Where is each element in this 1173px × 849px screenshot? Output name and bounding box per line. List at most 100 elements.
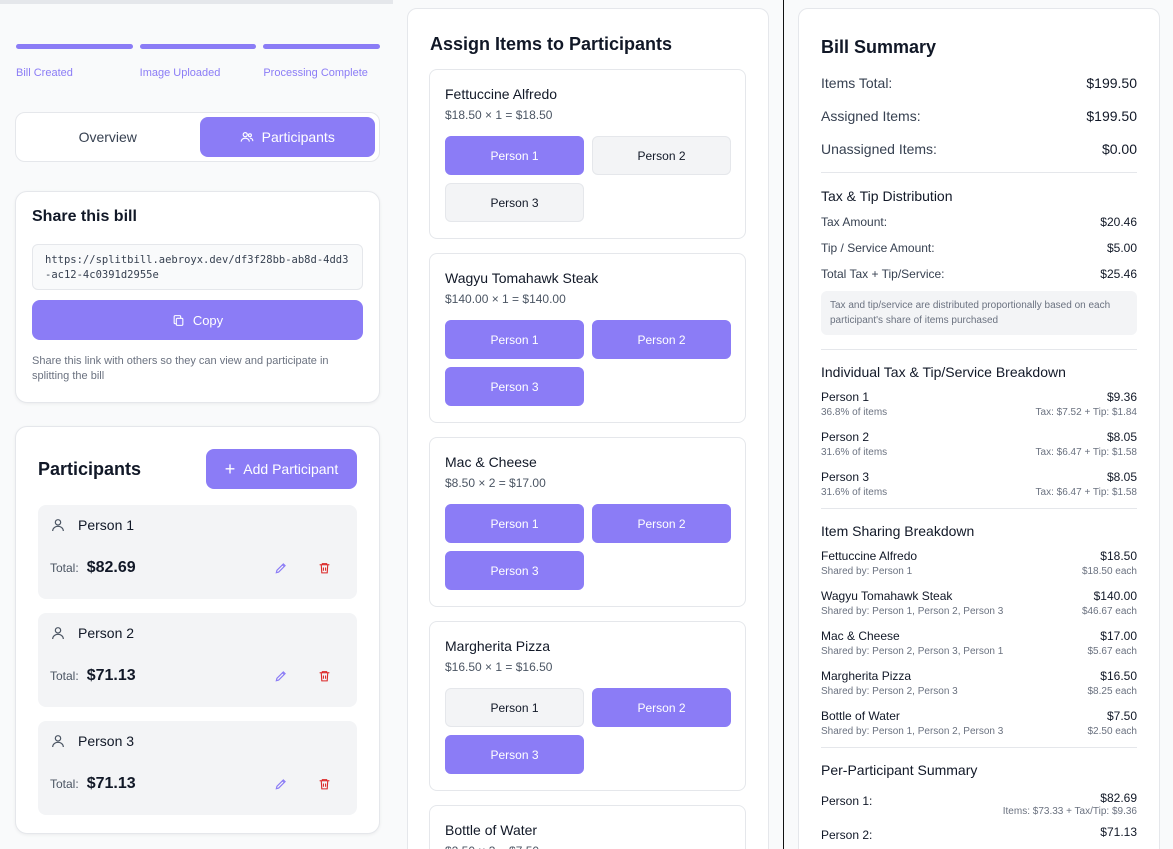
item-price: $2.50 × 3 = $7.50 — [445, 844, 730, 849]
copy-button[interactable]: Copy — [32, 300, 363, 340]
row-sub-right: $46.67 each — [1081, 606, 1137, 617]
item-price: $8.50 × 2 = $17.00 — [445, 476, 546, 490]
assign-person-button[interactable]: Person 3 — [445, 183, 584, 222]
value: $199.50 — [1086, 107, 1137, 124]
tab-label: Overview — [78, 129, 137, 145]
participant-name-row: Person 3 — [50, 733, 345, 749]
row-name: Person 3 — [821, 470, 870, 484]
row-name: Bottle of Water — [821, 709, 900, 723]
row-main: Mac & Cheese $17.00 — [821, 629, 1137, 643]
assign-person-button[interactable]: Person 2 — [592, 504, 731, 543]
row-sub-right: $18.50 each — [1081, 566, 1137, 577]
step-label: Bill Created — [16, 67, 73, 79]
total-label: Total: — [50, 669, 79, 683]
assign-buttons: Person 1 Person 2 Person 3 — [445, 136, 731, 222]
row-name: Person 2: — [821, 828, 873, 842]
label: Unassigned Items: — [821, 140, 937, 157]
value: $20.46 — [1100, 215, 1137, 229]
item-card: Margherita Pizza $16.50 × 1 = $16.50 Perso… — [429, 621, 746, 791]
trash-icon[interactable] — [318, 669, 331, 688]
row-name: Person 2 — [821, 430, 870, 444]
participant-name: Person 1 — [78, 517, 135, 533]
row-sub: Shared by: Person 1, Person 2, Person 3 $… — [821, 726, 1137, 737]
assign-buttons: Person 1 Person 2 Person 3 — [445, 504, 731, 590]
assign-person-button[interactable]: Person 1 — [445, 504, 584, 543]
row-amount: $8.05 — [1106, 430, 1137, 444]
participant-row: Person 2 Total: $71.13 — [38, 613, 357, 707]
item-sharing-row: Mac & Cheese $17.00 Shared by: Person 2, P… — [821, 629, 1137, 669]
assign-person-button[interactable]: Person 3 — [445, 551, 584, 590]
row-sub-right: Tax: $6.47 + Tip: $1.58 — [1035, 447, 1137, 458]
total-value: $71.13 — [86, 775, 136, 792]
row-amount: $8.05 — [1106, 470, 1137, 484]
assign-person-button[interactable]: Person 1 — [445, 688, 584, 727]
participant-total: Total: $71.13 — [50, 667, 136, 685]
row-name: Person 1 — [821, 390, 870, 404]
tax-tip-note: Tax and tip/service are distributed prop… — [821, 291, 1137, 335]
tax-tip-title: Tax & Tip Distribution — [821, 188, 953, 204]
step-bar — [139, 44, 257, 49]
assign-person-button[interactable]: Person 2 — [592, 320, 731, 359]
add-participant-button[interactable]: + Add Participant — [206, 449, 357, 489]
row-name: Margherita Pizza — [821, 669, 912, 683]
per-participant-title: Per-Participant Summary — [821, 762, 978, 778]
view-tabs: Overview Participants — [15, 112, 380, 162]
step-image-uploaded: Image Uploaded — [139, 44, 257, 79]
item-card: Fettuccine Alfredo $18.50 × 1 = $18.50 Per… — [429, 69, 746, 239]
row-amount: $16.50 — [1100, 669, 1137, 683]
row-main: Person 1: $82.69 — [821, 788, 1137, 808]
participant-name: Person 3 — [78, 733, 135, 749]
edit-icon[interactable] — [274, 561, 288, 580]
assign-person-button[interactable]: Person 2 — [592, 136, 731, 175]
share-note: Share this link with others so they can … — [32, 355, 329, 382]
individual-breakdown-row: Person 3 $8.05 31.6% of items Tax: $6.47 + … — [821, 470, 1137, 510]
row-main: Person 2: $71.13 — [821, 822, 1137, 842]
summary-title: Bill Summary — [821, 37, 937, 57]
item-name: Mac & Cheese — [445, 454, 537, 470]
row-main: Person 2 $8.05 — [821, 430, 1137, 444]
row-sub-right: Tax: $6.47 + Tip: $1.58 — [1035, 487, 1137, 498]
trash-icon[interactable] — [318, 561, 331, 580]
share-card: Share this bill https://splitbill.aebroy… — [15, 191, 380, 403]
row-sub-right: $8.25 each — [1087, 686, 1138, 697]
tax-tip-row: Tip / Service Amount: $5.00 — [821, 235, 1137, 261]
row-amount: $9.36 — [1106, 390, 1137, 404]
tab-label: Participants — [261, 129, 335, 145]
edit-icon[interactable] — [274, 777, 288, 796]
row-name: Fettuccine Alfredo — [821, 549, 918, 563]
assign-panel: Assign Items to Participants Fettuccine … — [393, 0, 783, 849]
item-sharing-row: Wagyu Tomahawk Steak $140.00 Shared by: Pe… — [821, 589, 1137, 629]
total-value: $82.69 — [86, 559, 136, 576]
individual-title: Individual Tax & Tip/Service Breakdown — [821, 364, 1066, 380]
participant-name-row: Person 1 — [50, 517, 345, 533]
trash-icon[interactable] — [318, 777, 331, 796]
row-sub: Shared by: Person 2, Person 3, Person 1 $… — [821, 646, 1137, 657]
assign-buttons: Person 1 Person 2 Person 3 — [445, 688, 731, 774]
label: Assigned Items: — [821, 107, 921, 124]
item-price: $16.50 × 1 = $16.50 — [445, 660, 553, 674]
assign-person-button[interactable]: Person 3 — [445, 367, 584, 406]
assign-person-button[interactable]: Person 3 — [445, 735, 584, 774]
row-sub: Shared by: Person 1 $18.50 each — [821, 566, 1137, 577]
edit-icon[interactable] — [274, 669, 288, 688]
assign-person-button[interactable]: Person 1 — [445, 320, 584, 359]
tab-participants[interactable]: Participants — [199, 117, 375, 157]
tax-tip-row: Tax Amount: $20.46 — [821, 209, 1137, 235]
value: $5.00 — [1106, 241, 1137, 255]
value: $25.46 — [1100, 267, 1137, 281]
row-amount: $71.13 — [1100, 825, 1137, 839]
row-sub-right: Tax: $7.52 + Tip: $1.84 — [1035, 407, 1137, 418]
row-amount: $82.69 — [1100, 791, 1137, 805]
assign-buttons: Person 1 Person 2 Person 3 — [445, 320, 731, 406]
assign-person-button[interactable]: Person 2 — [592, 688, 731, 727]
row-sub-left: Shared by: Person 1 — [821, 566, 913, 577]
row-sub: Shared by: Person 2, Person 3 $8.25 each — [821, 686, 1137, 697]
assign-person-button[interactable]: Person 1 — [445, 136, 584, 175]
items-total-row: Items Total: $199.50 — [821, 66, 1137, 99]
row-main: Margherita Pizza $16.50 — [821, 669, 1137, 683]
tab-overview[interactable]: Overview — [20, 117, 196, 157]
progress-steps: Bill Created Image Uploaded Processing C… — [16, 44, 381, 79]
item-price: $18.50 × 1 = $18.50 — [445, 108, 553, 122]
copy-icon — [173, 314, 184, 326]
share-link[interactable]: https://splitbill.aebroyx.dev/df3f28bb-a… — [32, 244, 363, 290]
